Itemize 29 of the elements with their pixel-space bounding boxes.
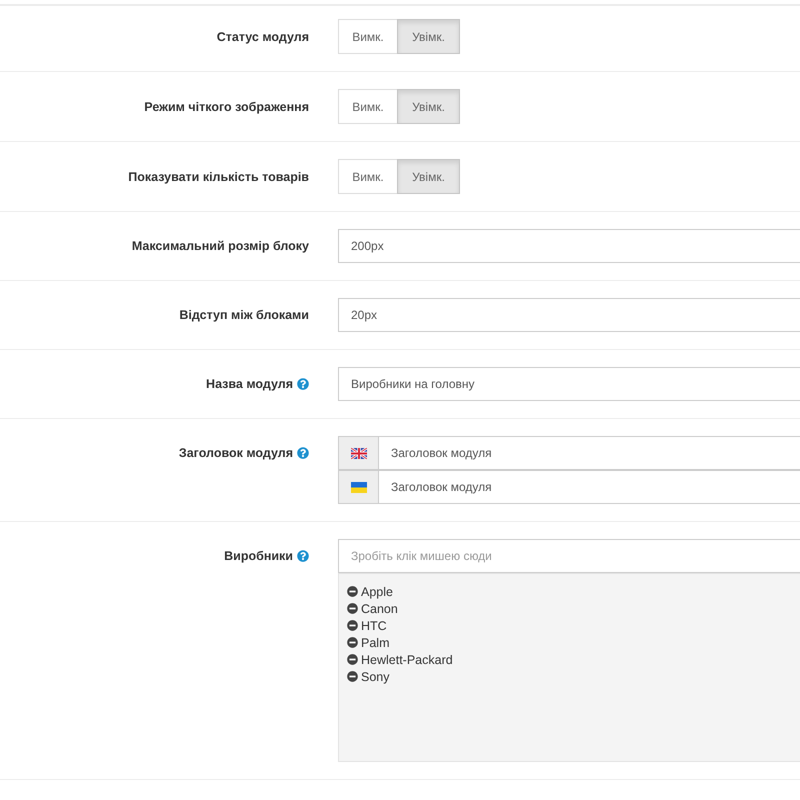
text-field[interactable]: Виробники на головну bbox=[338, 367, 800, 401]
manufacturer-name: HTC bbox=[361, 618, 387, 632]
manufacturer-name: Apple bbox=[361, 584, 393, 598]
toggle-button[interactable]: Вимк. bbox=[338, 19, 398, 54]
field-label: Статус модуля bbox=[216, 30, 309, 44]
text-field[interactable]: 200px bbox=[338, 229, 800, 263]
manufacturer-name: Sony bbox=[361, 670, 390, 684]
manufacturer-name: Palm bbox=[361, 636, 390, 650]
field-label: Назва модуля bbox=[206, 377, 293, 391]
manufacturer-name: Canon bbox=[361, 602, 398, 616]
field-label: Виробники bbox=[224, 549, 293, 563]
help-icon[interactable] bbox=[297, 550, 309, 562]
field-label: Показувати кількість товарів bbox=[128, 170, 309, 184]
field-label: Максимальний розмір блоку bbox=[132, 239, 309, 253]
autocomplete-field[interactable]: Зробіть клік мишею сюди bbox=[338, 539, 800, 573]
help-icon[interactable] bbox=[297, 378, 309, 390]
toggle-button[interactable]: Увімк. bbox=[397, 19, 460, 54]
manufacturer-name: Hewlett-Packard bbox=[361, 652, 453, 666]
field-label: Режим чіткого зображення bbox=[144, 100, 309, 114]
text-field[interactable]: Заголовок модуля bbox=[378, 470, 800, 504]
text-field[interactable]: 20px bbox=[338, 298, 800, 332]
field-label: Заголовок модуля bbox=[178, 446, 293, 460]
help-icon[interactable] bbox=[297, 447, 309, 459]
toggle-button[interactable]: Вимк. bbox=[338, 159, 398, 194]
toggle-button[interactable]: Увімк. bbox=[397, 159, 460, 194]
text-field[interactable]: Заголовок модуля bbox=[378, 436, 800, 470]
field-label: Відступ між блоками bbox=[179, 308, 309, 322]
toggle-button[interactable]: Увімк. bbox=[397, 89, 460, 124]
toggle-button[interactable]: Вимк. bbox=[338, 89, 398, 124]
